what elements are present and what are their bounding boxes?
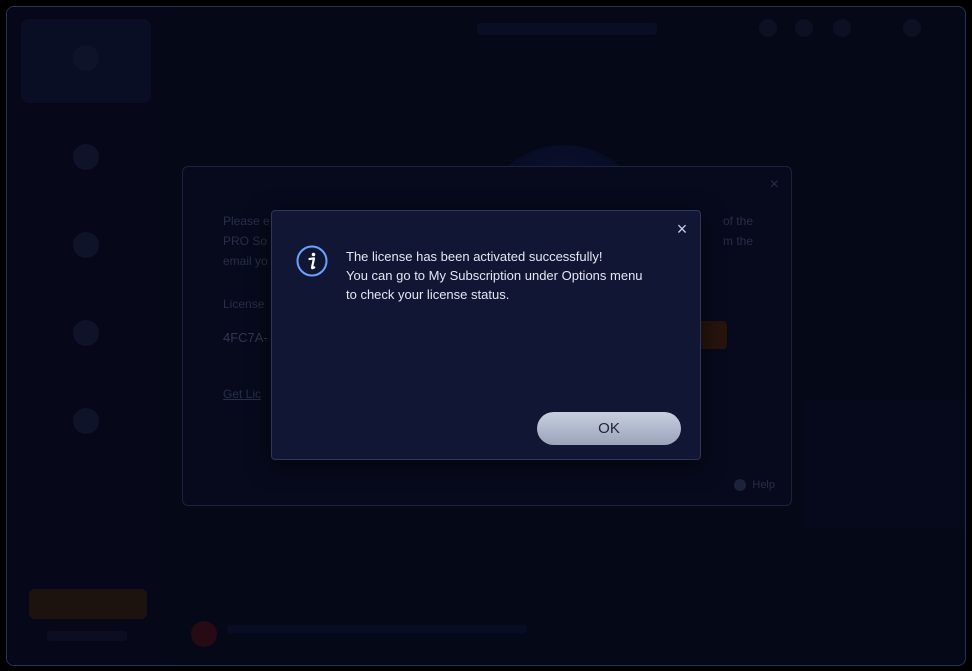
info-icon — [296, 245, 328, 277]
message-text: The license has been activated successfu… — [346, 247, 686, 304]
message-line-1: The license has been activated successfu… — [346, 249, 603, 264]
ok-button[interactable]: OK — [537, 412, 681, 445]
close-icon[interactable]: × — [674, 220, 690, 238]
message-dialog: × The license has been activated success… — [271, 210, 701, 460]
message-line-3: to check your license status. — [346, 287, 510, 302]
message-line-2: You can go to My Subscription under Opti… — [346, 268, 643, 283]
